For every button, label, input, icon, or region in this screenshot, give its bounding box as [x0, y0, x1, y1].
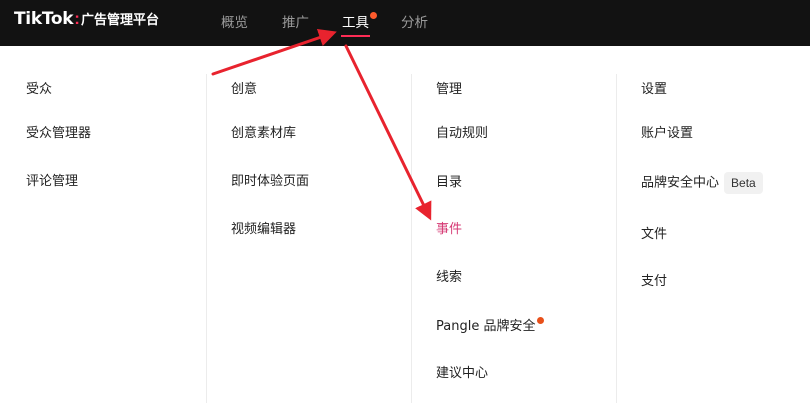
logo-brand-text: TikTok [14, 9, 74, 29]
tab-tools-notification-dot [370, 12, 377, 19]
active-tab-underline [341, 35, 370, 37]
menu-item-brand-safety-center[interactable]: 品牌安全中心 Beta [641, 172, 763, 194]
menu-item-automated-rules[interactable]: 自动规则 [436, 125, 488, 143]
menu-item-label: 品牌安全中心 [641, 175, 720, 191]
tools-dropdown-menu: 受众 受众管理器 评论管理 创意 创意素材库 即时体验页面 视频编辑器 管理 自… [0, 46, 810, 403]
menu-item-comment-management[interactable]: 评论管理 [26, 173, 78, 191]
tab-promote[interactable]: 推广 [282, 13, 309, 33]
menu-item-video-editor[interactable]: 视频编辑器 [231, 221, 296, 239]
menu-item-pangle-brand-safety[interactable]: Pangle 品牌安全 [436, 317, 545, 336]
menu-item-events[interactable]: 事件 [436, 221, 462, 239]
menu-item-catalog[interactable]: 目录 [436, 174, 462, 192]
menu-item-leads[interactable]: 线索 [436, 269, 462, 287]
menu-item-label: Pangle 品牌安全 [436, 319, 536, 334]
tab-tools[interactable]: 工具 [342, 13, 369, 33]
logo-colon: : [74, 9, 80, 28]
menu-item-creative-library[interactable]: 创意素材库 [231, 125, 296, 143]
menu-item-recommendation-center[interactable]: 建议中心 [436, 365, 488, 383]
menu-item-payment[interactable]: 支付 [641, 273, 667, 291]
column-divider [206, 74, 207, 403]
menu-header-settings: 设置 [641, 82, 668, 97]
menu-item-audience-manager[interactable]: 受众管理器 [26, 125, 91, 143]
new-indicator-dot [537, 317, 545, 324]
menu-header-creative: 创意 [231, 82, 258, 97]
tiktok-ads-manager-logo[interactable]: TikTok : 广告管理平台 [14, 9, 159, 35]
tab-analytics[interactable]: 分析 [401, 13, 428, 33]
menu-item-account-settings[interactable]: 账户设置 [641, 125, 693, 143]
menu-item-documents[interactable]: 文件 [641, 226, 667, 244]
top-navigation-bar: TikTok : 广告管理平台 概览 推广 工具 分析 [0, 0, 810, 46]
logo-subtitle: 广告管理平台 [80, 13, 159, 28]
column-divider [411, 74, 412, 403]
menu-item-instant-page[interactable]: 即时体验页面 [231, 173, 309, 191]
column-divider [616, 74, 617, 403]
beta-badge: Beta [724, 172, 763, 194]
menu-header-audience: 受众 [26, 82, 53, 97]
menu-header-management: 管理 [436, 82, 463, 97]
tab-overview[interactable]: 概览 [221, 13, 248, 33]
